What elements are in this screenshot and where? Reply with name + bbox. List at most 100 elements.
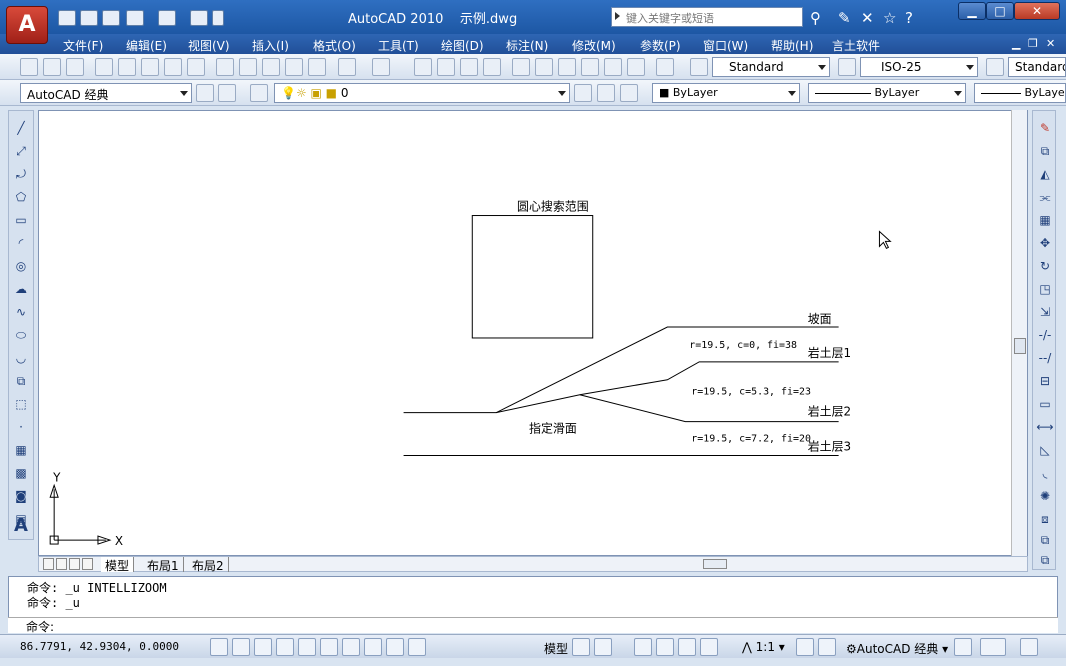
table-style-select[interactable]: Standard — [1008, 57, 1066, 77]
last-tab-icon[interactable] — [82, 558, 93, 570]
minimize-button[interactable]: ▁ — [958, 2, 986, 20]
doc-minimize-icon[interactable]: ▁ — [1012, 37, 1020, 50]
communication-icon[interactable]: ✕ — [861, 9, 874, 27]
text-style-icon[interactable] — [690, 58, 708, 76]
table-style-icon[interactable] — [986, 58, 1004, 76]
spline-icon[interactable]: ∿ — [12, 303, 30, 321]
toolbar-lock-icon[interactable] — [218, 84, 236, 102]
cut-icon[interactable] — [216, 58, 234, 76]
menu-plugin[interactable]: 言土软件 — [832, 37, 880, 54]
vertical-scrollbar[interactable] — [1011, 110, 1027, 556]
make-current-layer-icon[interactable] — [574, 84, 592, 102]
send-back-icon[interactable]: ⧉ — [1036, 551, 1054, 569]
help-icon[interactable]: ? — [905, 9, 913, 27]
break-at-point-icon[interactable]: ⊟ — [1036, 372, 1054, 390]
dynamic-ucs-icon[interactable] — [364, 638, 382, 656]
chamfer-icon[interactable]: ◺ — [1036, 441, 1054, 459]
pan-status-icon[interactable] — [634, 638, 652, 656]
multiline-text-icon[interactable]: A — [12, 517, 30, 535]
save-icon[interactable] — [66, 58, 84, 76]
text-style-select[interactable]: Standard — [712, 57, 830, 77]
annotation-visibility-icon[interactable] — [796, 638, 814, 656]
menu-draw[interactable]: 绘图(D) — [441, 37, 484, 54]
rotate-icon[interactable]: ↻ — [1036, 257, 1054, 275]
toolbar-lock-status-icon[interactable] — [954, 638, 972, 656]
undo-icon[interactable] — [338, 58, 356, 76]
steering-wheel-icon[interactable] — [678, 638, 696, 656]
object-snap-tracking-icon[interactable] — [342, 638, 360, 656]
linetype-select[interactable]: ByLayer — [808, 83, 966, 103]
workspace-select[interactable]: AutoCAD 经典 — [20, 83, 192, 103]
menu-window[interactable]: 窗口(W) — [703, 37, 748, 54]
calculator-icon[interactable] — [627, 58, 645, 76]
markup-icon[interactable] — [604, 58, 622, 76]
ellipse-arc-icon[interactable]: ◡ — [12, 349, 30, 367]
undo-icon[interactable] — [126, 10, 144, 26]
redo-icon[interactable] — [158, 10, 176, 26]
model-space-button[interactable]: 模型 — [544, 640, 568, 657]
annotation-scale-select[interactable]: ⋀ 1:1 ▾ — [742, 640, 785, 654]
snap-mode-icon[interactable] — [210, 638, 228, 656]
menu-tools[interactable]: 工具(T) — [378, 37, 419, 54]
menu-help[interactable]: 帮助(H) — [771, 37, 813, 54]
move-icon[interactable]: ✥ — [1036, 234, 1054, 252]
coordinates-readout[interactable]: 86.7791, 42.9304, 0.0000 — [20, 640, 179, 653]
lineweight-display-icon[interactable] — [408, 638, 426, 656]
close-button[interactable]: ✕ — [1014, 2, 1060, 20]
ellipse-icon[interactable]: ⬭ — [12, 326, 30, 344]
redo-icon[interactable] — [372, 58, 390, 76]
tab-model[interactable]: 模型 — [101, 557, 135, 573]
soil-layer2-line[interactable] — [579, 394, 839, 423]
next-tab-icon[interactable] — [69, 558, 80, 570]
erase-icon[interactable]: ✎ — [1036, 119, 1054, 137]
menu-modify[interactable]: 修改(M) — [572, 37, 616, 54]
help-icon[interactable] — [656, 58, 674, 76]
color-select[interactable]: ■ ByLayer — [652, 83, 800, 103]
array-icon[interactable]: ▦ — [1036, 211, 1054, 229]
layer-states-icon[interactable] — [620, 84, 638, 102]
application-menu-button[interactable]: A — [6, 6, 48, 44]
design-center-icon[interactable] — [535, 58, 553, 76]
search-input[interactable]: 键入关键字或短语 — [611, 7, 803, 27]
tool-palettes-icon[interactable] — [558, 58, 576, 76]
open-file-icon[interactable] — [80, 10, 98, 26]
circle-icon[interactable]: ◎ — [12, 257, 30, 275]
workspace-settings-icon[interactable] — [196, 84, 214, 102]
mirror-icon[interactable]: ◭ — [1036, 165, 1054, 183]
revision-cloud-icon[interactable]: ☁ — [12, 280, 30, 298]
point-icon[interactable]: · — [12, 418, 30, 436]
gradient-icon[interactable]: ▩ — [12, 464, 30, 482]
zoom-previous-icon[interactable] — [483, 58, 501, 76]
publish-icon[interactable] — [141, 58, 159, 76]
grid-display-icon[interactable] — [232, 638, 250, 656]
polar-tracking-icon[interactable] — [276, 638, 294, 656]
open-icon[interactable] — [43, 58, 61, 76]
offset-icon[interactable]: ⫘ — [1036, 188, 1054, 206]
command-input[interactable]: 命令: — [8, 617, 1058, 634]
maximize-button[interactable]: □ — [986, 2, 1014, 20]
clean-screen-icon[interactable] — [1020, 638, 1038, 656]
menu-file[interactable]: 文件(F) — [63, 37, 103, 54]
3d-dwf-icon[interactable] — [164, 58, 182, 76]
vertical-scroll-thumb[interactable] — [1014, 338, 1026, 354]
polyline-icon[interactable]: ⤾ — [12, 165, 30, 183]
menu-insert[interactable]: 插入(I) — [252, 37, 289, 54]
make-block-icon[interactable]: ⬚ — [12, 395, 30, 413]
favorites-star-icon[interactable]: ☆ — [883, 9, 896, 27]
layer-previous-icon[interactable] — [597, 84, 615, 102]
polygon-icon[interactable]: ⬠ — [12, 188, 30, 206]
menu-dimension[interactable]: 标注(N) — [506, 37, 548, 54]
insert-block-icon[interactable]: ⧉ — [12, 372, 30, 390]
pan-icon[interactable] — [414, 58, 432, 76]
copy-object-icon[interactable]: ⧉ — [1036, 142, 1054, 160]
stretch-icon[interactable]: ⇲ — [1036, 303, 1054, 321]
menu-edit[interactable]: 编辑(E) — [126, 37, 167, 54]
showmotion-icon[interactable] — [700, 638, 718, 656]
horizontal-scroll-thumb[interactable] — [703, 559, 727, 569]
3d-osnap-icon[interactable] — [320, 638, 338, 656]
prev-tab-icon[interactable] — [56, 558, 67, 570]
binoculars-icon[interactable]: ⚲ — [810, 9, 821, 27]
tab-layout2[interactable]: 布局2 — [188, 557, 229, 573]
dynamic-input-icon[interactable] — [386, 638, 404, 656]
quick-view-drawings-icon[interactable] — [594, 638, 612, 656]
